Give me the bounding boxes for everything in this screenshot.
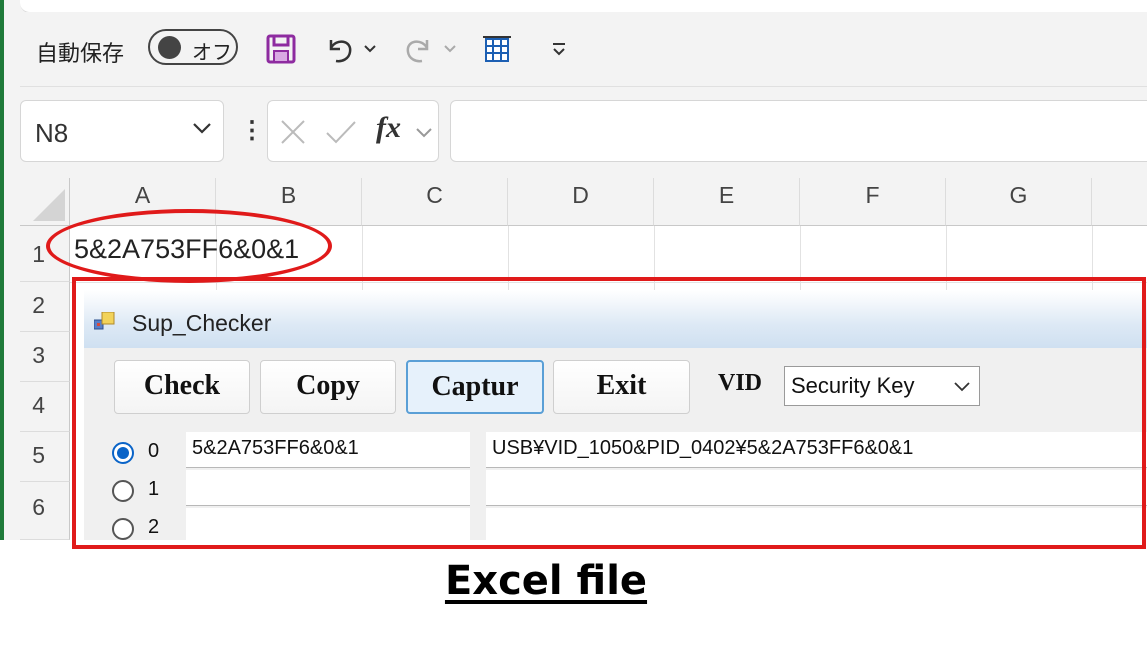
undo-icon[interactable] [322, 32, 356, 66]
customize-toolbar-icon[interactable] [542, 32, 576, 66]
row-header-3[interactable]: 3 [20, 332, 70, 382]
autosave-label: 自動保存 [36, 41, 125, 66]
row-header-5[interactable]: 5 [20, 432, 70, 482]
caption: Excel file [444, 558, 648, 604]
print-layout-icon[interactable] [480, 32, 514, 66]
row-header-6[interactable]: 6 [20, 482, 70, 540]
column-header-e[interactable]: E [654, 178, 800, 226]
chevron-down-icon[interactable] [414, 126, 434, 144]
column-header-c[interactable]: C [362, 178, 508, 226]
column-header-g[interactable]: G [946, 178, 1092, 226]
formula-input[interactable] [450, 100, 1147, 162]
highlight-box [72, 277, 1146, 549]
formula-bar-dots[interactable]: ⋮ [240, 116, 264, 145]
name-box[interactable]: N8 [20, 100, 224, 162]
enter-check-icon[interactable] [324, 117, 358, 152]
row-header-2[interactable]: 2 [20, 282, 70, 332]
chevron-down-icon[interactable] [191, 121, 213, 140]
autosave-toggle[interactable]: オフ [148, 29, 238, 65]
window-edge [0, 0, 4, 540]
toggle-knob [158, 36, 181, 59]
save-icon[interactable] [264, 32, 298, 66]
name-box-value: N8 [35, 118, 69, 148]
quick-access-toolbar: 自動保存 オフ [20, 12, 1147, 87]
column-header-f[interactable]: F [800, 178, 946, 226]
formula-area: N8 ⋮ fx [20, 100, 1147, 164]
redo-icon[interactable] [402, 32, 436, 66]
undo-dropdown-icon[interactable] [360, 32, 380, 66]
insert-function-button[interactable]: fx [376, 111, 401, 145]
column-header-h[interactable] [1092, 178, 1147, 226]
redo-dropdown-icon[interactable] [440, 32, 460, 66]
column-header-d[interactable]: D [508, 178, 654, 226]
highlight-oval [46, 209, 332, 283]
row-header-4[interactable]: 4 [20, 382, 70, 432]
autosave-toggle-label: オフ [192, 42, 232, 64]
cancel-icon[interactable] [278, 117, 308, 152]
select-all-corner[interactable] [20, 178, 70, 226]
formula-bar-buttons: fx [267, 100, 439, 162]
